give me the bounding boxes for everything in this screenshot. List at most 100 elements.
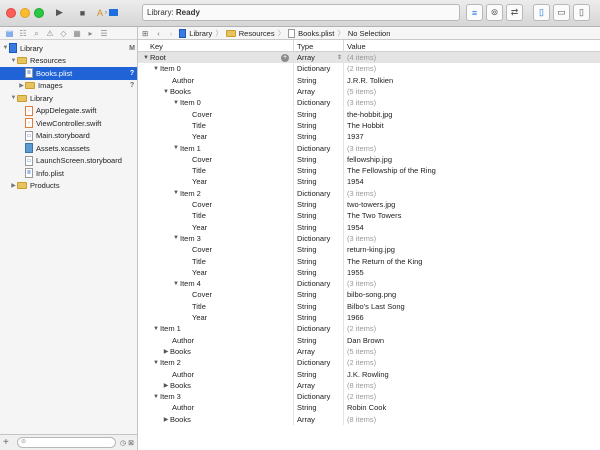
plist-row[interactable]: ▼ Books Array (5 items): [138, 85, 600, 98]
type-cell[interactable]: String: [297, 257, 317, 266]
disclosure-open-icon[interactable]: ▼: [152, 394, 160, 400]
disclosure-open-icon[interactable]: ▼: [172, 100, 180, 106]
disclosure-closed-icon[interactable]: ▶: [10, 182, 17, 189]
value-cell[interactable]: 1966: [347, 313, 364, 322]
type-cell[interactable]: Array: [297, 381, 315, 390]
type-cell[interactable]: Dictionary: [297, 98, 330, 107]
key-cell[interactable]: ▶ Books: [162, 381, 191, 390]
plist-row[interactable]: ▼ Item 0 Dictionary (2 items): [138, 63, 600, 75]
value-cell[interactable]: 1954: [347, 177, 364, 186]
plist-row[interactable]: Cover String bilbo-song.png: [138, 289, 600, 301]
value-cell[interactable]: the-hobbit.jpg: [347, 110, 392, 119]
key-cell[interactable]: Title: [182, 211, 206, 220]
value-cell[interactable]: (2 items): [347, 358, 376, 367]
value-cell[interactable]: The Two Towers: [347, 211, 401, 220]
disclosure-closed-icon[interactable]: ▶: [18, 82, 25, 89]
nav-item-group[interactable]: ▶ Images ?: [0, 80, 137, 93]
nav-item-file[interactable]: Assets.xcassets: [0, 142, 137, 155]
value-cell[interactable]: Robin Cook: [347, 403, 386, 412]
close-window-button[interactable]: [6, 8, 16, 18]
type-cell[interactable]: String: [297, 268, 317, 277]
symbol-navigator-tab-icon[interactable]: ☷: [17, 28, 30, 39]
value-cell[interactable]: two-towers.jpg: [347, 200, 395, 209]
plist-row[interactable]: Cover String the-hobbit.jpg: [138, 108, 600, 120]
plist-row[interactable]: ▼ Item 3 Dictionary (3 items): [138, 232, 600, 245]
key-cell[interactable]: Author: [162, 370, 194, 379]
type-cell[interactable]: String: [297, 211, 317, 220]
stop-button[interactable]: ■: [74, 4, 91, 21]
key-cell[interactable]: Title: [182, 121, 206, 130]
key-cell[interactable]: Year: [182, 268, 207, 277]
type-cell[interactable]: Dictionary: [297, 64, 330, 73]
plist-row[interactable]: Author String Robin Cook: [138, 402, 600, 414]
value-cell[interactable]: The Return of the King: [347, 257, 422, 266]
nav-item-group[interactable]: ▼ Library: [0, 92, 137, 105]
column-divider[interactable]: [293, 40, 294, 52]
value-cell[interactable]: The Hobbit: [347, 121, 384, 130]
plist-row[interactable]: Cover String two-towers.jpg: [138, 198, 600, 211]
value-cell[interactable]: bilbo-song.png: [347, 290, 396, 299]
type-cell[interactable]: Dictionary: [297, 144, 330, 153]
type-column-header[interactable]: Type: [297, 42, 313, 51]
plist-row[interactable]: ▶ Books Array (8 items): [138, 379, 600, 391]
type-cell[interactable]: String: [297, 313, 317, 322]
disclosure-open-icon[interactable]: ▼: [172, 235, 180, 241]
value-cell[interactable]: (2 items): [347, 324, 376, 333]
key-cell[interactable]: ▼ Item 4: [172, 279, 201, 288]
plist-row[interactable]: ▼ Item 4 Dictionary (3 items): [138, 278, 600, 290]
column-divider[interactable]: [343, 40, 344, 52]
plist-row[interactable]: Year String 1966: [138, 311, 600, 324]
plist-row[interactable]: Year String 1955: [138, 266, 600, 278]
disclosure-closed-icon[interactable]: ▶: [162, 382, 170, 389]
add-file-button[interactable]: +: [3, 437, 13, 448]
type-cell[interactable]: Array: [297, 87, 315, 96]
test-navigator-tab-icon[interactable]: ◇: [57, 28, 70, 39]
key-cell[interactable]: Title: [182, 166, 206, 175]
value-cell[interactable]: J.K. Rowling: [347, 370, 389, 379]
type-cell[interactable]: String: [297, 132, 317, 141]
plist-row[interactable]: Cover String fellowship.jpg: [138, 153, 600, 165]
find-navigator-tab-icon[interactable]: ⌕: [30, 28, 43, 39]
value-cell[interactable]: (5 items): [347, 87, 376, 96]
plist-row[interactable]: ▼ Item 2 Dictionary (3 items): [138, 187, 600, 199]
key-cell[interactable]: Cover: [182, 290, 212, 299]
type-cell[interactable]: String: [297, 200, 317, 209]
plist-row[interactable]: Title String The Hobbit: [138, 119, 600, 132]
plist-row[interactable]: ▼ Item 1 Dictionary (3 items): [138, 142, 600, 154]
nav-item-file[interactable]: ▭ Main.storyboard: [0, 130, 137, 143]
value-cell[interactable]: (3 items): [347, 144, 376, 153]
key-cell[interactable]: ▼ Item 1: [152, 324, 181, 333]
plist-row[interactable]: Title String Bilbo's Last Song: [138, 300, 600, 312]
value-cell[interactable]: return-king.jpg: [347, 245, 395, 254]
nav-item-project[interactable]: ▼ Library M: [0, 42, 137, 55]
disclosure-open-icon[interactable]: ▼: [152, 66, 160, 72]
type-cell[interactable]: Dictionary: [297, 279, 330, 288]
disclosure-closed-icon[interactable]: ▶: [162, 416, 170, 423]
nav-item-file[interactable]: › AppDelegate.swift: [0, 105, 137, 118]
breadcrumb-group[interactable]: Resources: [224, 29, 277, 38]
disclosure-open-icon[interactable]: ▼: [172, 190, 180, 196]
type-cell[interactable]: String: [297, 290, 317, 299]
key-cell[interactable]: ▼ Books: [162, 87, 191, 96]
disclosure-open-icon[interactable]: ▼: [172, 281, 180, 287]
type-cell[interactable]: String: [297, 336, 317, 345]
key-cell[interactable]: Author: [162, 336, 194, 345]
key-cell[interactable]: Year: [182, 223, 207, 232]
disclosure-open-icon[interactable]: ▼: [10, 58, 17, 64]
value-cell[interactable]: (3 items): [347, 189, 376, 198]
plist-row[interactable]: Author String J.K. Rowling: [138, 368, 600, 380]
plist-row[interactable]: Cover String return-king.jpg: [138, 244, 600, 256]
plist-row[interactable]: ▼ Item 3 Dictionary (2 items): [138, 391, 600, 403]
key-cell[interactable]: ▶ Books: [162, 347, 191, 356]
key-cell[interactable]: Cover: [182, 245, 212, 254]
recent-files-filter-button[interactable]: ◷: [120, 439, 126, 447]
value-cell[interactable]: (2 items): [347, 392, 376, 401]
type-cell[interactable]: String: [297, 121, 317, 130]
key-cell[interactable]: Year: [182, 177, 207, 186]
key-cell[interactable]: ▼ Item 2: [172, 189, 201, 198]
run-button[interactable]: ▶: [51, 4, 68, 21]
key-cell[interactable]: Author: [162, 76, 194, 85]
key-cell[interactable]: Author: [162, 403, 194, 412]
plist-row[interactable]: Year String 1954: [138, 221, 600, 233]
nav-item-file-selected[interactable]: ≣ Books.plist ?: [0, 67, 137, 80]
